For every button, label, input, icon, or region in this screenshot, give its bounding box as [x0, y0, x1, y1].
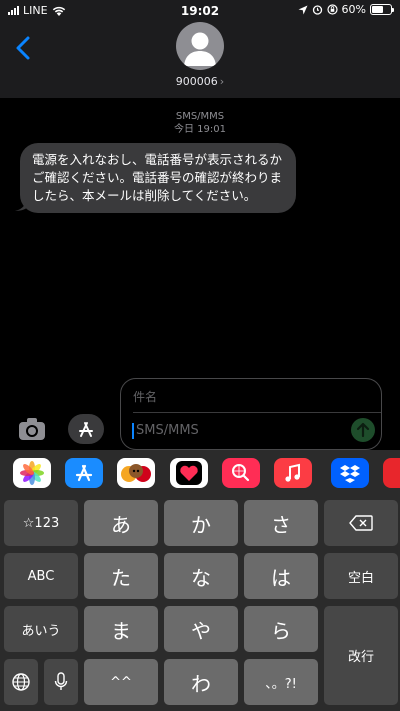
service-label: SMS/MMS	[175, 111, 225, 122]
send-arrow-icon	[356, 422, 370, 438]
kana-key-ta[interactable]: た	[84, 553, 158, 599]
abc-key[interactable]: ABC	[4, 553, 78, 599]
memoji-faces	[121, 464, 151, 482]
kana-key-ra[interactable]: ら	[244, 606, 318, 652]
memoji-app-icon[interactable]	[117, 458, 155, 488]
photos-app-icon[interactable]	[13, 458, 51, 488]
images-search-glyph	[232, 464, 250, 482]
conversation-header: LINE 19:02 60% 900006 ›	[0, 0, 400, 98]
incoming-message-bubble[interactable]: 電源を入れなおし、電話番号が表示されるか ご確認ください。電話番号の確認が終わり…	[20, 143, 296, 213]
contact-avatar[interactable]	[176, 22, 224, 70]
message-line: 電源を入れなおし、電話番号が表示されるか	[32, 152, 283, 167]
alarm-icon	[312, 5, 322, 15]
music-note-glyph	[285, 463, 300, 482]
punctuation-key[interactable]: 、。?!	[244, 659, 318, 705]
dakuten-key[interactable]: ^^	[84, 659, 158, 705]
battery-icon	[370, 4, 394, 15]
kana-key-wa[interactable]: わ	[164, 659, 238, 705]
back-chevron-icon[interactable]	[10, 34, 38, 62]
subject-field[interactable]: 件名	[133, 388, 157, 405]
globe-icon	[12, 673, 30, 691]
message-body-field[interactable]: SMS/MMS	[136, 423, 199, 438]
globe-key[interactable]	[4, 659, 38, 705]
app-store-a-icon	[79, 422, 93, 437]
send-button[interactable]	[351, 418, 375, 442]
hiragana-key[interactable]: あいう	[4, 606, 78, 652]
message-timestamp: 今日 19:01	[174, 124, 226, 135]
delete-icon	[349, 515, 373, 531]
images-search-app-icon[interactable]	[222, 458, 260, 488]
input-divider	[133, 412, 381, 413]
app-store-button[interactable]	[68, 414, 104, 444]
app-store-glyph	[75, 464, 93, 482]
message-meta: SMS/MMS 今日 19:01	[0, 110, 400, 136]
kana-key-ma[interactable]: ま	[84, 606, 158, 652]
location-icon	[298, 5, 308, 14]
kana-key-sa[interactable]: さ	[244, 500, 318, 546]
person-silhouette-icon	[184, 32, 216, 66]
battery-fill	[372, 6, 383, 13]
contact-name[interactable]: 900006 ›	[0, 75, 400, 88]
battery-percent: 60%	[341, 3, 366, 16]
orientation-lock-icon	[326, 4, 338, 15]
dropbox-glyph	[340, 465, 360, 483]
app-store-app-icon[interactable]	[65, 458, 103, 488]
message-line: したら、本メールは削除してください。	[32, 188, 257, 203]
music-app-icon[interactable]	[274, 458, 312, 488]
status-right: 60%	[298, 3, 394, 16]
delete-key[interactable]	[324, 500, 398, 546]
digital-touch-heart	[176, 461, 202, 485]
kana-key-ha[interactable]: は	[244, 553, 318, 599]
kana-key-na[interactable]: な	[164, 553, 238, 599]
contact-number: 900006	[175, 75, 218, 88]
kana-key-ya[interactable]: や	[164, 606, 238, 652]
dictation-key[interactable]	[44, 659, 78, 705]
digital-touch-app-icon[interactable]	[170, 458, 208, 488]
photos-petals	[20, 461, 44, 485]
bubble-tail	[15, 196, 29, 211]
kana-key-a[interactable]: あ	[84, 500, 158, 546]
imessage-app-strip	[0, 450, 400, 496]
space-key[interactable]: 空白	[324, 553, 398, 599]
partial-app-icon[interactable]	[383, 458, 400, 488]
kana-key-ka[interactable]: か	[164, 500, 238, 546]
text-caret	[132, 423, 134, 439]
contact-chevron-icon: ›	[219, 75, 225, 88]
dropbox-app-icon[interactable]	[331, 458, 369, 488]
camera-icon[interactable]	[17, 414, 47, 444]
status-bar: LINE 19:02 60%	[0, 0, 400, 22]
return-key[interactable]: 改行	[324, 606, 398, 705]
message-input-box[interactable]: 件名 SMS/MMS	[120, 378, 382, 450]
keyboard: ☆123 あ か さ ABC た な は 空白 あいう ま や ら 改行 ^^ …	[0, 450, 400, 711]
message-line: ご確認ください。電話番号の確認が終わりま	[32, 170, 283, 185]
numbers-key[interactable]: ☆123	[4, 500, 78, 546]
microphone-icon	[54, 672, 68, 690]
